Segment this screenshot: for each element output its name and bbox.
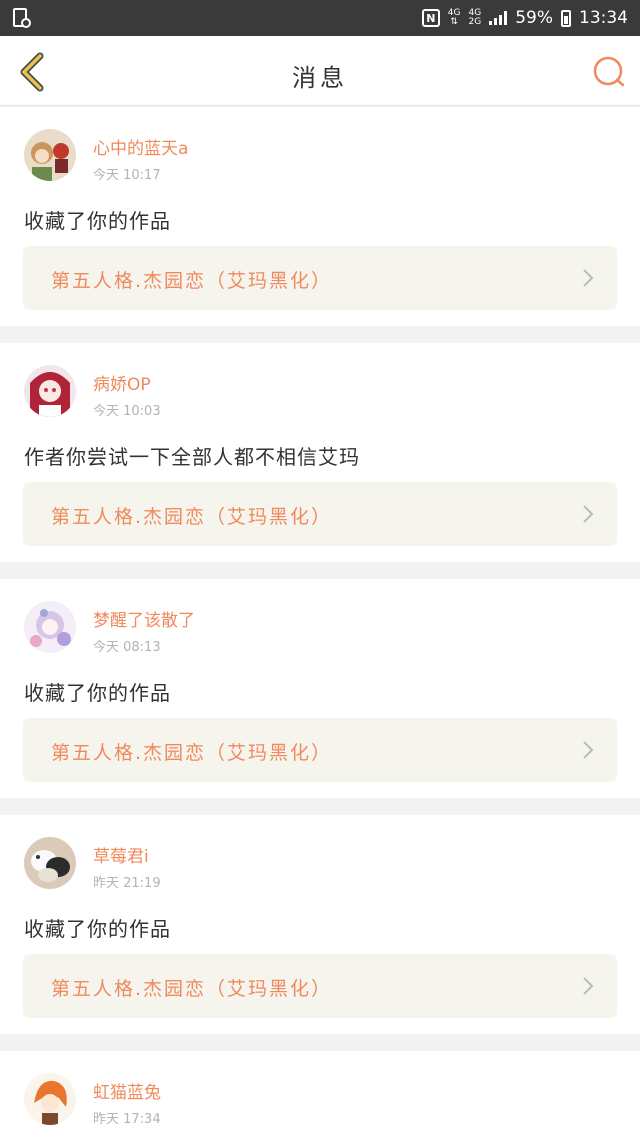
message-item: 病娇OP 今天 10:03 作者你尝试一下全部人都不相信艾玛 第五人格.杰园恋（… xyxy=(0,343,640,562)
timestamp: 今天 08:13 xyxy=(93,640,161,655)
timestamp: 今天 10:03 xyxy=(93,404,161,419)
chevron-right-icon xyxy=(583,505,594,523)
nfc-icon: N xyxy=(421,9,440,27)
avatar[interactable] xyxy=(24,837,76,889)
username[interactable]: 梦醒了该散了 xyxy=(93,606,195,631)
chevron-right-icon xyxy=(583,977,594,995)
chevron-right-icon xyxy=(583,269,594,287)
work-title: 第五人格.杰园恋（艾玛黑化） xyxy=(51,270,333,292)
username[interactable]: 病娇OP xyxy=(93,370,151,395)
work-title: 第五人格.杰园恋（艾玛黑化） xyxy=(51,978,333,1000)
avatar[interactable] xyxy=(24,1073,76,1125)
work-link[interactable]: 第五人格.杰园恋（艾玛黑化） xyxy=(23,246,617,310)
page-title: 消息 xyxy=(292,64,348,92)
message-item: 草莓君i 昨天 21:19 收藏了你的作品 第五人格.杰园恋（艾玛黑化） xyxy=(0,815,640,1034)
notification-icon xyxy=(13,8,31,28)
timestamp: 昨天 21:19 xyxy=(93,876,161,891)
search-icon[interactable] xyxy=(588,52,628,92)
status-left xyxy=(12,7,32,29)
status-bar: N 4G ⇅ 4G 2G 59% 13:34 xyxy=(0,0,640,36)
message-text: 收藏了你的作品 xyxy=(24,917,171,941)
username[interactable]: 心中的蓝天a xyxy=(93,134,188,159)
work-title: 第五人格.杰园恋（艾玛黑化） xyxy=(51,742,333,764)
nav-bar: 消息 xyxy=(0,36,640,106)
message-text: 收藏了你的作品 xyxy=(24,209,171,233)
network-type-2g: 4G 2G xyxy=(468,8,482,27)
avatar[interactable] xyxy=(24,365,76,417)
battery-icon xyxy=(561,9,571,27)
message-text: 收藏了你的作品 xyxy=(24,681,171,705)
message-text: 作者你尝试一下全部人都不相信艾玛 xyxy=(24,445,360,469)
work-link[interactable]: 第五人格.杰园恋（艾玛黑化） xyxy=(23,718,617,782)
status-time: 13:34 xyxy=(579,8,628,28)
network-type-4g: 4G ⇅ xyxy=(447,8,461,27)
avatar[interactable] xyxy=(24,601,76,653)
status-right: N 4G ⇅ 4G 2G 59% 13:34 xyxy=(421,8,628,28)
username[interactable]: 草莓君i xyxy=(93,842,149,867)
message-item: 虹猫蓝兔 昨天 17:34 xyxy=(0,1051,640,1138)
username[interactable]: 虹猫蓝兔 xyxy=(93,1078,161,1103)
work-link[interactable]: 第五人格.杰园恋（艾玛黑化） xyxy=(23,954,617,1018)
work-link[interactable]: 第五人格.杰园恋（艾玛黑化） xyxy=(23,482,617,546)
timestamp: 昨天 17:34 xyxy=(93,1112,161,1127)
work-title: 第五人格.杰园恋（艾玛黑化） xyxy=(51,506,333,528)
message-list: 心中的蓝天a 今天 10:17 收藏了你的作品 第五人格.杰园恋（艾玛黑化） 病… xyxy=(0,107,640,1138)
chevron-right-icon xyxy=(583,741,594,759)
message-item: 心中的蓝天a 今天 10:17 收藏了你的作品 第五人格.杰园恋（艾玛黑化） xyxy=(0,107,640,326)
timestamp: 今天 10:17 xyxy=(93,168,161,183)
message-item: 梦醒了该散了 今天 08:13 收藏了你的作品 第五人格.杰园恋（艾玛黑化） xyxy=(0,579,640,798)
avatar[interactable] xyxy=(24,129,76,181)
signal-icon xyxy=(489,11,508,25)
battery-percent: 59% xyxy=(515,8,553,28)
